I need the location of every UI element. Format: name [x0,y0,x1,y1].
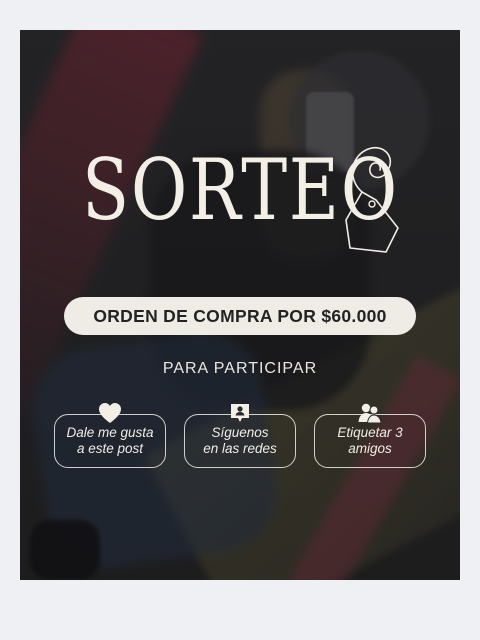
price-pill: ORDEN DE COMPRA POR $60.000 [64,297,416,335]
step-tag-line2: amigos [348,441,392,456]
step-follow-us: Síguenos en las redes [184,404,296,468]
step-like-post: Dale me gusta a este post [54,403,166,468]
giveaway-post-card: SORTEO ORDEN DE COMPRA POR $60.000 PARA … [20,30,460,580]
participation-subtitle: PARA PARTICIPAR [162,360,318,377]
step-tag-friends: Etiquetar 3 amigos [314,403,426,468]
post-title: SORTEO [82,141,399,239]
price-tag-icon [345,146,399,253]
step-follow-line2: en las redes [203,441,277,456]
step-like-line2: a este post [76,441,144,456]
heart-icon [97,401,123,425]
step-like-line1: Dale me gusta [66,424,154,440]
step-follow-line1: Síguenos [211,424,269,440]
user-chat-icon [227,401,253,425]
step-tag-line1: Etiquetar 3 [337,424,403,440]
users-icon [357,401,383,425]
